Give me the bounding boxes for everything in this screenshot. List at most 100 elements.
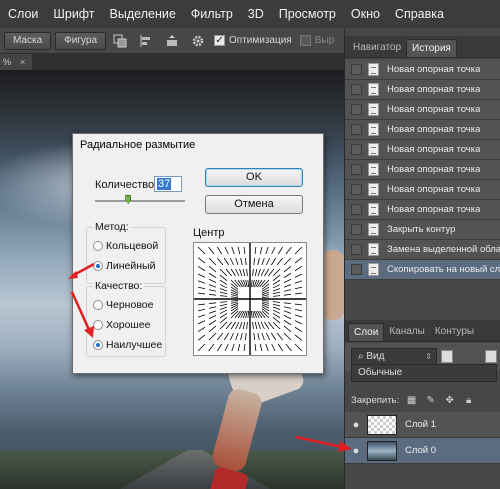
blur-ray [272, 295, 281, 297]
tab-paths[interactable]: Контуры [430, 323, 479, 341]
history-item[interactable]: Новая опорная точка [345, 100, 500, 120]
menu-select[interactable]: Выделение [110, 7, 176, 21]
history-item[interactable]: Новая опорная точка [345, 120, 500, 140]
lock-move-icon[interactable]: ✥ [443, 394, 456, 407]
mask-button[interactable]: Маска [4, 31, 52, 50]
lock-brush-icon[interactable]: ✎ [424, 394, 437, 407]
history-snapshot-box[interactable] [351, 224, 362, 235]
menu-view[interactable]: Просмотр [279, 7, 336, 21]
menu-window[interactable]: Окно [351, 7, 380, 21]
quality-best-radio[interactable]: Наилучшее [93, 339, 162, 351]
history-snapshot-box[interactable] [351, 164, 362, 175]
tab-navigator[interactable]: Навигатор [348, 39, 406, 57]
shape-button[interactable]: Фигура [55, 31, 107, 50]
blur-ray [208, 306, 217, 309]
history-item-label: Новая опорная точка [387, 84, 481, 95]
blur-ray [219, 284, 228, 289]
blur-ray [294, 320, 303, 325]
method-spin-radio[interactable]: Кольцевой [93, 240, 158, 252]
blur-ray [294, 314, 303, 318]
menu-type[interactable]: Шрифт [53, 7, 94, 21]
history-snapshot-box[interactable] [351, 204, 362, 215]
blur-ray [243, 343, 246, 352]
blur-ray [216, 246, 223, 255]
path-operations-icon[interactable] [110, 32, 130, 50]
history-snapshot-box[interactable] [351, 124, 362, 135]
amount-input[interactable]: 37 [154, 176, 182, 192]
blur-ray [272, 288, 281, 292]
blur-ray [276, 257, 284, 266]
history-item[interactable]: Новая опорная точка [345, 200, 500, 220]
quality-draft-radio[interactable]: Черновое [93, 299, 153, 311]
method-option-label: Кольцевой [106, 240, 159, 252]
history-snapshot-box[interactable] [351, 184, 362, 195]
history-snapshot-box[interactable] [351, 84, 362, 95]
ok-button[interactable]: OK [205, 168, 303, 187]
document-tab[interactable]: % × [0, 54, 32, 70]
history-item[interactable]: Новая опорная точка [345, 60, 500, 80]
history-item[interactable]: Новая опорная точка [345, 140, 500, 160]
layer-row-selected[interactable]: ● Слой 0 [345, 438, 500, 464]
filter-toggle-icon[interactable] [485, 350, 497, 363]
history-snapshot-box[interactable] [351, 244, 362, 255]
blur-ray [219, 279, 228, 285]
path-arrangement-icon[interactable] [162, 32, 182, 50]
blur-ray [246, 268, 248, 277]
optimize-checkbox[interactable]: ✓ [214, 35, 226, 46]
method-zoom-radio[interactable]: Линейный [93, 260, 155, 272]
tab-layers[interactable]: Слои [348, 323, 385, 341]
history-item[interactable]: Закрыть контур [345, 220, 500, 240]
quality-good-radio[interactable]: Хорошее [93, 319, 151, 331]
menu-filter[interactable]: Фильтр [191, 7, 233, 21]
history-item[interactable]: Новая опорная точка [345, 80, 500, 100]
document-icon [368, 223, 379, 236]
blur-ray [208, 257, 217, 266]
blur-ray [272, 306, 281, 310]
tab-history[interactable]: История [406, 39, 457, 57]
menu-3d[interactable]: 3D [248, 7, 264, 21]
blur-ray [283, 272, 292, 278]
blur-ray [252, 279, 255, 288]
history-snapshot-box[interactable] [351, 264, 362, 275]
history-item[interactable]: Замена выделенной обла [345, 240, 500, 260]
cancel-button[interactable]: Отмена [205, 195, 303, 214]
blur-ray [219, 295, 228, 297]
path-alignment-icon[interactable] [136, 32, 156, 50]
tab-channels[interactable]: Каналы [384, 323, 430, 341]
lock-icon[interactable]: 🔒︎ [462, 394, 475, 407]
close-icon[interactable]: × [20, 54, 25, 70]
menu-help[interactable]: Справка [395, 7, 444, 21]
quality-group: Качество: Черновое Хорошее Наилучшее [86, 280, 166, 357]
blur-ray [230, 308, 239, 315]
blur-ray [253, 332, 256, 341]
document-icon [368, 243, 379, 256]
blur-ray [234, 279, 241, 288]
blur-ray [234, 310, 241, 319]
history-snapshot-box[interactable] [351, 104, 362, 115]
eye-icon[interactable]: ● [345, 419, 367, 431]
history-item[interactable]: Скопировать на новый сл [345, 260, 500, 280]
blur-ray [243, 246, 246, 255]
history-item[interactable]: Новая опорная точка [345, 180, 500, 200]
lock-transparency-icon[interactable]: ▦ [405, 394, 418, 407]
blur-ray [272, 284, 281, 289]
amount-slider-thumb[interactable] [125, 195, 132, 204]
history-item[interactable]: Новая опорная точка [345, 160, 500, 180]
image-filter-icon[interactable] [441, 350, 453, 363]
cut-checkbox[interactable] [299, 35, 311, 46]
history-panel-tabs: Навигатор История [345, 36, 500, 58]
history-snapshot-box[interactable] [351, 144, 362, 155]
blur-ray [283, 284, 292, 288]
blur-center-preview[interactable] [193, 242, 307, 356]
history-item-label: Новая опорная точка [387, 104, 481, 115]
blend-mode-select[interactable]: Обычные [351, 364, 497, 382]
history-snapshot-box[interactable] [351, 64, 362, 75]
layer-row[interactable]: ● Слой 1 [345, 412, 500, 438]
gear-icon[interactable] [188, 32, 208, 50]
quality-label: Качество: [93, 280, 145, 292]
blur-ray [257, 310, 263, 319]
layer-name: Слой 0 [405, 445, 437, 456]
blur-ray [294, 265, 303, 272]
amount-slider-track[interactable] [95, 200, 185, 202]
menu-layers[interactable]: Слои [8, 7, 38, 21]
